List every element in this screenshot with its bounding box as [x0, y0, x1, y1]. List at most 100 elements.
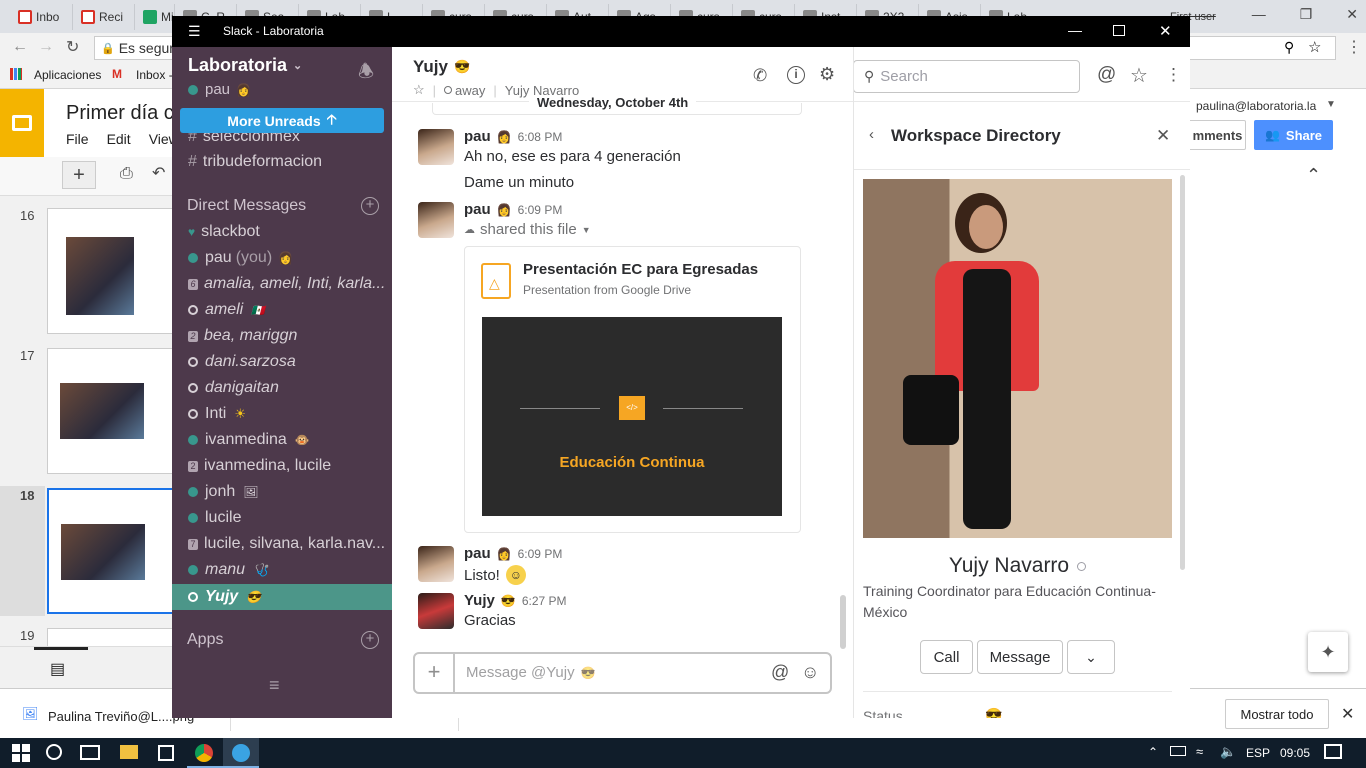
bell-icon[interactable]: 🕭	[358, 59, 374, 89]
back-arrow-icon[interactable]: ‹	[869, 126, 874, 143]
bookmark-inbox[interactable]: Inbox -	[136, 68, 173, 82]
avatar[interactable]	[418, 202, 454, 238]
message-author[interactable]: pau	[464, 545, 491, 562]
call-button[interactable]: Call	[920, 640, 973, 674]
battery-icon[interactable]	[1170, 746, 1186, 756]
message-button[interactable]: Message	[977, 640, 1063, 674]
chrome-tab[interactable]: Reci	[72, 4, 134, 30]
grid-view-icon[interactable]: ▤	[50, 659, 65, 679]
dm-group-bea[interactable]: 2 bea, mariggn	[188, 323, 388, 349]
menu-edit[interactable]: Edit	[107, 131, 131, 147]
dm-manu[interactable]: manu 🩺	[188, 557, 388, 583]
slide-thumbnail-selected[interactable]	[47, 488, 177, 614]
wifi-icon[interactable]: ≈	[1196, 744, 1203, 759]
file-card[interactable]: △ Presentación EC para Egresadas Present…	[464, 246, 801, 533]
dm-jonh[interactable]: jonh 🖼	[188, 479, 388, 505]
task-view-icon[interactable]	[80, 745, 100, 760]
language-indicator[interactable]: ESP	[1246, 746, 1270, 760]
message-author[interactable]: pau	[464, 128, 491, 145]
emoji-picker-icon[interactable]: ☺	[801, 662, 819, 683]
direct-messages-header[interactable]: Direct Messages	[187, 197, 306, 215]
reload-icon[interactable]: ↻	[66, 37, 79, 57]
share-button[interactable]: 👥 Share	[1254, 120, 1333, 150]
channel-header-name[interactable]: Yujy 😎	[413, 57, 470, 77]
back-icon[interactable]: ←	[12, 38, 28, 56]
bookmark-apps[interactable]: Aplicaciones	[34, 68, 101, 82]
dm-ameli[interactable]: ameli 🇲🇽	[188, 297, 388, 323]
message-author[interactable]: pau	[464, 201, 491, 218]
star-icon[interactable]: ☆	[413, 82, 425, 98]
close-downloads-icon[interactable]: ✕	[1341, 704, 1354, 724]
explore-button[interactable]: ✦	[1308, 632, 1348, 672]
dm-group-lucile[interactable]: 7 lucile, silvana, karla.nav...	[188, 531, 388, 557]
menu-file[interactable]: File	[66, 131, 89, 147]
message-time[interactable]: 6:08 PM	[518, 130, 563, 144]
chrome-tab[interactable]: Inbo	[10, 4, 72, 30]
minimize-icon[interactable]: —	[1252, 6, 1266, 23]
comments-button[interactable]: mments	[1190, 120, 1246, 150]
message-author[interactable]: Yujy	[464, 592, 495, 609]
restore-icon[interactable]: ❐	[1300, 6, 1313, 23]
panel-scrollbar[interactable]	[1180, 175, 1185, 570]
address-bar-end[interactable]: ⚲ ☆	[1190, 36, 1336, 60]
dm-pau[interactable]: pau (you) 👩	[188, 245, 388, 271]
clock[interactable]: 09:05	[1280, 746, 1310, 760]
close-icon[interactable]: ✕	[1159, 22, 1172, 40]
dm-group-ivanmedina-lucile[interactable]: 2 ivanmedina, lucile	[188, 453, 388, 479]
file-explorer-icon[interactable]	[120, 745, 138, 759]
composer-placeholder[interactable]: Message @Yujy 😎	[466, 664, 596, 681]
volume-icon[interactable]: 🔈	[1220, 744, 1236, 760]
dm-inti[interactable]: Inti ☀	[188, 401, 388, 427]
dm-lucile[interactable]: lucile	[188, 505, 388, 531]
doc-title[interactable]: Primer día c	[66, 102, 174, 125]
profile-photo[interactable]	[863, 179, 1172, 538]
avatar[interactable]	[418, 129, 454, 165]
current-user[interactable]: pau 👩	[188, 81, 251, 98]
add-dm-icon[interactable]: +	[361, 197, 379, 215]
address-bar[interactable]: 🔒 Es segur	[94, 36, 174, 60]
tray-chevron-icon[interactable]: ⌃	[1148, 745, 1158, 759]
file-preview[interactable]: </> Educación Continua	[482, 317, 782, 516]
caret-down-icon[interactable]: ▼	[1326, 99, 1336, 110]
info-icon[interactable]: i	[787, 66, 805, 84]
account-email[interactable]: paulina@laboratoria.la	[1196, 99, 1316, 113]
chrome-taskbar-button[interactable]	[187, 738, 223, 768]
workspace-name[interactable]: Laboratoria ⌄	[188, 55, 302, 76]
notifications-icon[interactable]	[1324, 744, 1342, 759]
show-all-downloads-button[interactable]: Mostrar todo	[1225, 699, 1329, 729]
starred-icon[interactable]: ☆	[1130, 63, 1148, 88]
avatar[interactable]	[418, 546, 454, 582]
more-menu-icon[interactable]: ⋮	[1165, 65, 1182, 85]
phone-icon[interactable]: ✆	[753, 66, 767, 86]
collapse-toolbar-icon[interactable]: ⌃	[1306, 165, 1321, 186]
cortana-icon[interactable]	[46, 744, 62, 760]
forward-icon[interactable]: →	[38, 38, 54, 56]
gear-icon[interactable]: ⚙	[819, 64, 835, 85]
windows-start-icon[interactable]	[12, 744, 30, 762]
scrollbar[interactable]	[840, 595, 846, 649]
add-app-icon[interactable]: +	[361, 631, 379, 649]
file-title[interactable]: Presentación EC para Egresadas	[523, 261, 758, 278]
quick-switcher-icon[interactable]: ≡	[269, 675, 280, 696]
close-panel-icon[interactable]: ✕	[1156, 126, 1170, 146]
star-icon[interactable]: ☆	[1308, 38, 1321, 56]
attach-plus-button[interactable]: +	[415, 654, 455, 692]
slack-taskbar-button[interactable]	[223, 738, 259, 768]
dm-yujy[interactable]: Yujy 😎	[188, 584, 388, 610]
more-actions-button[interactable]: ⌄	[1067, 640, 1115, 674]
channel-tribudeformacion[interactable]: # tribudeformacion	[188, 149, 388, 175]
dm-ivanmedina[interactable]: ivanmedina 🐵	[188, 427, 388, 453]
minimize-icon[interactable]: —	[1068, 22, 1082, 38]
undo-icon[interactable]: ↶	[152, 163, 165, 183]
new-slide-button[interactable]: +	[62, 161, 96, 189]
avatar[interactable]	[418, 593, 454, 629]
shared-file-line[interactable]: ☁ shared this file ▼	[464, 221, 591, 238]
dm-group-amalia[interactable]: 6 amalia, ameli, Inti, karla...	[188, 271, 388, 297]
slide-thumbnail[interactable]	[47, 348, 177, 474]
chrome-tab[interactable]: Mi	[134, 4, 174, 30]
hamburger-menu-icon[interactable]: ☰	[188, 23, 201, 40]
close-icon[interactable]: ✕	[1346, 6, 1358, 23]
zoom-icon[interactable]: ⚲	[1284, 39, 1294, 56]
menu-icon[interactable]: ⋮	[1346, 37, 1362, 57]
maximize-icon[interactable]	[1113, 25, 1125, 36]
